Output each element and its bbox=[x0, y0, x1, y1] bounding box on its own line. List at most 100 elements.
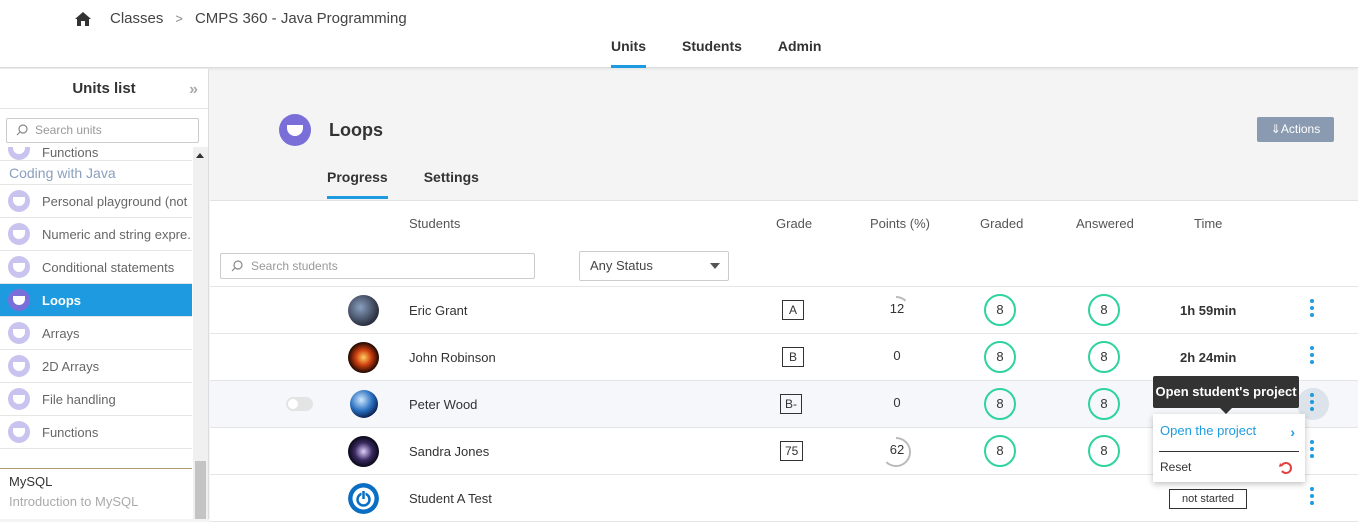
sidebar-item-label: Functions bbox=[42, 424, 99, 440]
unit-icon bbox=[8, 388, 30, 410]
header-time: Time bbox=[1194, 216, 1223, 231]
sidebar-item-label: Conditional statements bbox=[42, 259, 175, 275]
more-options-icon[interactable] bbox=[1308, 346, 1316, 368]
menu-open-project[interactable]: Open the project bbox=[1160, 423, 1256, 438]
units-list: Functions Coding with Java Personal play… bbox=[0, 147, 192, 519]
sidebar-title: Units list bbox=[72, 80, 136, 97]
unit-icon bbox=[8, 147, 30, 160]
search-units-placeholder: Search units bbox=[35, 123, 102, 137]
search-students-input[interactable]: Search students bbox=[220, 253, 535, 279]
graded-count: 8 bbox=[984, 341, 1016, 373]
collapse-icon[interactable]: » bbox=[189, 81, 198, 99]
header-grade: Grade bbox=[776, 216, 813, 231]
more-options-icon[interactable] bbox=[1308, 299, 1316, 321]
breadcrumb-separator: > bbox=[175, 11, 183, 26]
breadcrumb-class[interactable]: CMPS 360 - Java Programming bbox=[195, 10, 407, 27]
points-value: 0 bbox=[893, 348, 901, 363]
avatar bbox=[348, 436, 379, 467]
student-name[interactable]: Eric Grant bbox=[409, 303, 468, 318]
section-mysql: MySQL bbox=[9, 474, 53, 489]
sidebar-item-label: Personal playground (not bbox=[42, 193, 188, 209]
sidebar-item-label: Numeric and string expre... bbox=[42, 226, 192, 242]
sidebar-item-personal-playground[interactable]: Personal playground (not bbox=[0, 185, 192, 218]
unit-icon bbox=[8, 190, 30, 212]
grade-badge: 75 bbox=[780, 441, 804, 461]
tab-units[interactable]: Units bbox=[611, 38, 646, 68]
unit-icon bbox=[8, 289, 30, 311]
sidebar-item-loops[interactable]: Loops bbox=[0, 284, 192, 317]
reset-icon bbox=[1279, 462, 1292, 474]
tab-students[interactable]: Students bbox=[682, 38, 742, 68]
scroll-up-icon[interactable] bbox=[196, 153, 204, 158]
unit-icon bbox=[8, 223, 30, 245]
sidebar-item-2d-arrays[interactable]: 2D Arrays bbox=[0, 350, 192, 383]
context-menu: Open the project › Reset bbox=[1153, 414, 1305, 482]
sidebar-item-arrays[interactable]: Arrays bbox=[0, 317, 192, 350]
header-answered: Answered bbox=[1076, 216, 1134, 231]
toggle-switch[interactable] bbox=[286, 397, 313, 411]
menu-divider bbox=[1159, 451, 1299, 452]
unit-icon bbox=[8, 322, 30, 344]
unit-icon bbox=[8, 256, 30, 278]
unit-title: Loops bbox=[329, 120, 383, 140]
student-name[interactable]: Student A Test bbox=[409, 491, 492, 506]
graded-count: 8 bbox=[984, 388, 1016, 420]
search-students-placeholder: Search students bbox=[251, 259, 338, 273]
sidebar-item-functions[interactable]: Functions bbox=[0, 416, 192, 449]
section-coding-with-java: Coding with Java bbox=[0, 161, 192, 185]
sidebar-item-label: Arrays bbox=[42, 325, 80, 341]
home-icon[interactable] bbox=[74, 11, 92, 27]
tab-settings[interactable]: Settings bbox=[424, 169, 479, 199]
search-units-input[interactable]: Search units bbox=[6, 118, 199, 143]
status-select-value: Any Status bbox=[590, 258, 653, 273]
status-badge: not started bbox=[1169, 489, 1247, 509]
cup-icon bbox=[279, 114, 311, 146]
table-row[interactable]: John Robinson B 0 8 8 2h 24min bbox=[210, 334, 1358, 381]
chevron-right-icon: › bbox=[1290, 424, 1295, 440]
avatar bbox=[350, 390, 378, 418]
points-value: 0 bbox=[893, 395, 901, 410]
tooltip: Open student's project bbox=[1153, 376, 1299, 414]
sidebar-header: Units list » bbox=[0, 69, 208, 109]
sidebar-item-numeric-string[interactable]: Numeric and string expre... bbox=[0, 218, 192, 251]
search-icon bbox=[231, 260, 243, 272]
more-options-icon[interactable] bbox=[1308, 393, 1316, 415]
tab-admin[interactable]: Admin bbox=[778, 38, 822, 68]
more-options-icon[interactable] bbox=[1308, 487, 1316, 509]
answered-count: 8 bbox=[1088, 294, 1120, 326]
sidebar-scrollbar[interactable] bbox=[193, 147, 208, 519]
breadcrumb: Classes > CMPS 360 - Java Programming bbox=[74, 10, 407, 27]
table-row[interactable]: Eric Grant A 12 8 8 1h 59min bbox=[210, 287, 1358, 334]
avatar bbox=[348, 295, 379, 326]
scrollbar-thumb[interactable] bbox=[195, 461, 206, 519]
sidebar-item-label: Functions bbox=[42, 147, 99, 160]
student-name[interactable]: Peter Wood bbox=[409, 397, 477, 412]
more-options-icon[interactable] bbox=[1308, 440, 1316, 462]
answered-count: 8 bbox=[1088, 388, 1120, 420]
grade-badge: B bbox=[782, 347, 804, 367]
power-avatar-icon bbox=[348, 483, 379, 514]
student-name[interactable]: Sandra Jones bbox=[409, 444, 489, 459]
sidebar-item-conditional[interactable]: Conditional statements bbox=[0, 251, 192, 284]
sidebar-item-label: File handling bbox=[42, 391, 116, 407]
unit-tabs: Progress Settings bbox=[327, 169, 515, 199]
table-filters: Search students Any Status bbox=[210, 244, 1358, 287]
answered-count: 8 bbox=[1088, 435, 1120, 467]
sidebar-item-label: Loops bbox=[42, 292, 81, 308]
unit-icon bbox=[8, 355, 30, 377]
tab-progress[interactable]: Progress bbox=[327, 169, 388, 199]
menu-reset[interactable]: Reset bbox=[1160, 460, 1191, 474]
table-row[interactable]: Student A Test not started bbox=[210, 475, 1358, 522]
search-icon bbox=[16, 124, 28, 136]
sidebar-item-file-handling[interactable]: File handling bbox=[0, 383, 192, 416]
sidebar-item-label: 2D Arrays bbox=[42, 358, 100, 374]
status-select[interactable]: Any Status bbox=[579, 251, 729, 281]
breadcrumb-classes[interactable]: Classes bbox=[110, 10, 163, 27]
grade-badge: B- bbox=[780, 394, 802, 414]
student-name[interactable]: John Robinson bbox=[409, 350, 496, 365]
actions-button[interactable]: ⇓Actions bbox=[1257, 117, 1334, 142]
section-intro-mysql: Introduction to MySQL bbox=[9, 494, 139, 509]
header-graded: Graded bbox=[980, 216, 1024, 231]
sidebar-item-functions-top[interactable]: Functions bbox=[0, 147, 192, 161]
answered-count: 8 bbox=[1088, 341, 1120, 373]
